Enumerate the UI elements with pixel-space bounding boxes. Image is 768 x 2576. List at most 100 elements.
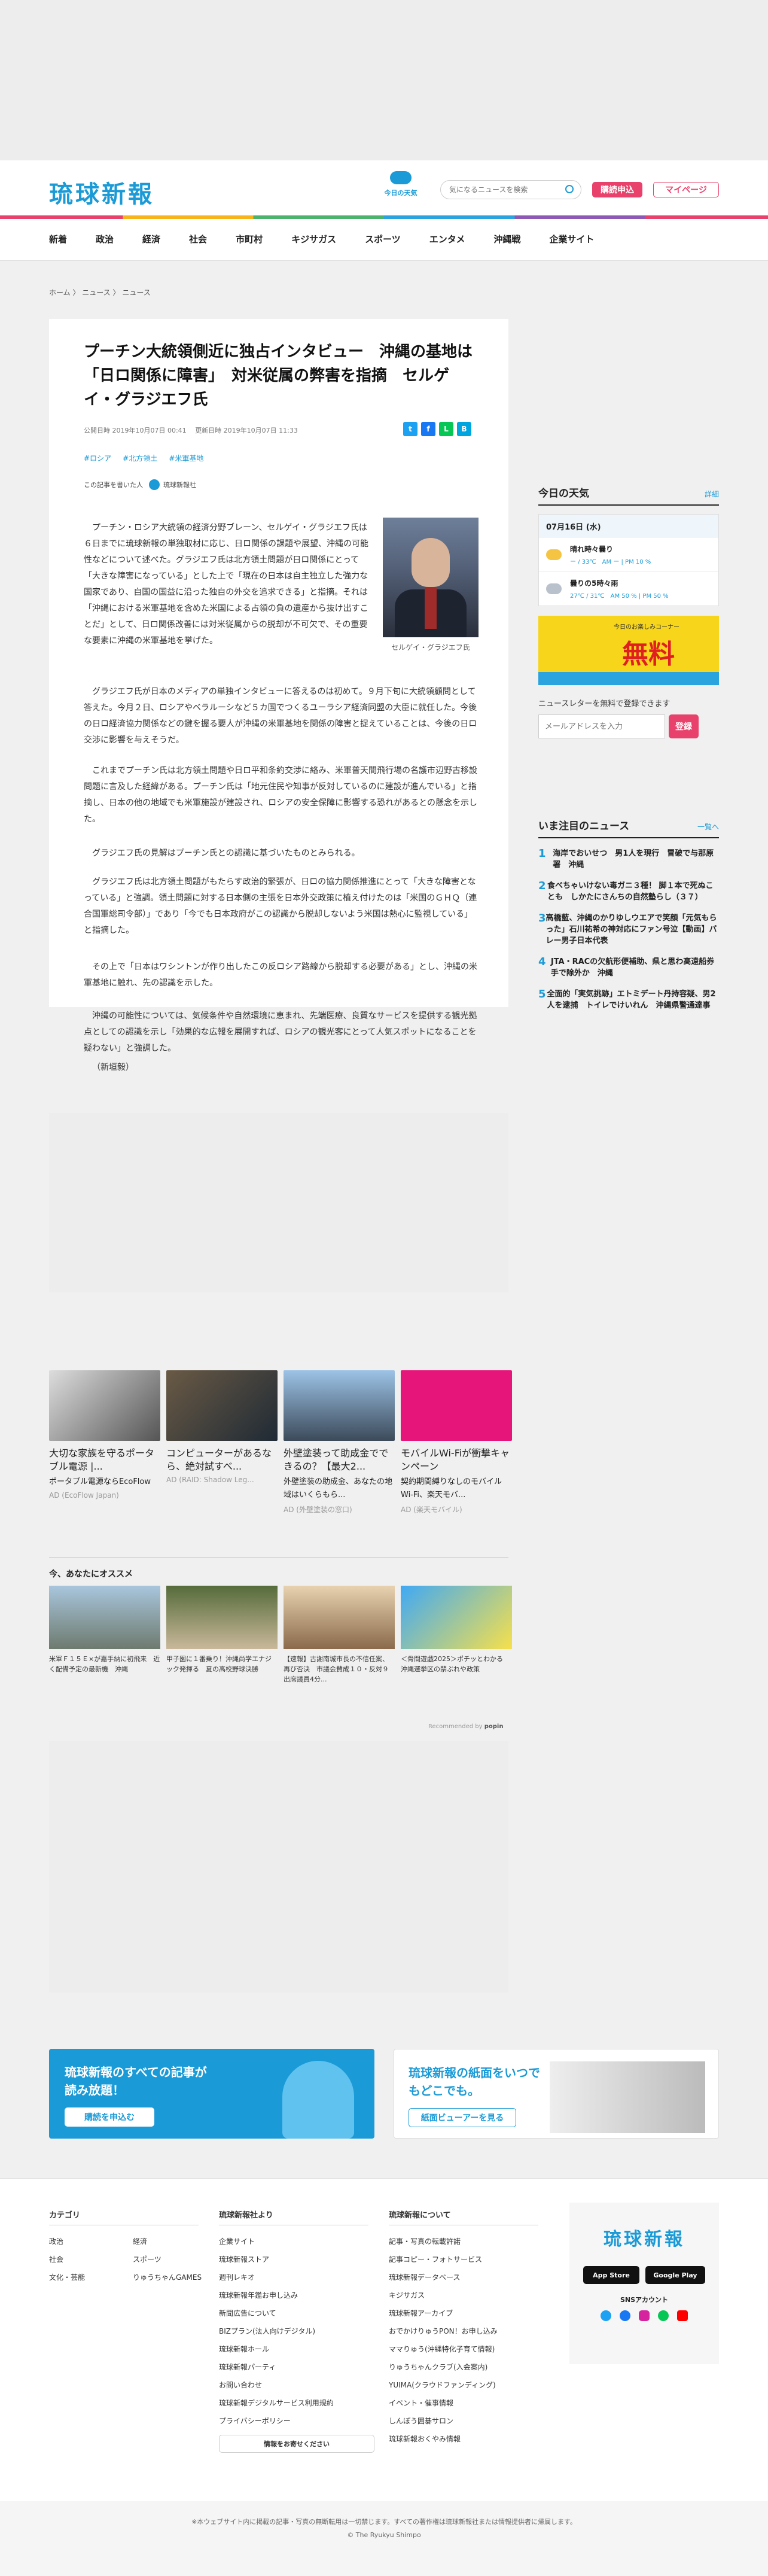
footer-link[interactable]: BIZプラン(法人向けデジタル) — [219, 2322, 374, 2340]
footer-link[interactable]: 記事コピー・フォトサービス — [389, 2250, 538, 2268]
youtube-icon[interactable] — [677, 2310, 688, 2321]
ranking-item[interactable]: 1 海岸でおいせつ 男1人を現行 冒破で与那原署 沖縄 — [538, 848, 719, 871]
nav-item-sports[interactable]: スポーツ — [365, 233, 401, 245]
weather-today: 晴れ時々曇り — [570, 545, 614, 553]
share-buttons: t f L B — [403, 422, 471, 436]
facebook-share-icon[interactable]: f — [421, 422, 435, 436]
footer-link[interactable]: 琉球新報ストア — [219, 2250, 374, 2268]
footer-link[interactable]: 文化・芸能 — [49, 2268, 133, 2286]
ranking-more-link[interactable]: 一覧へ — [697, 822, 719, 832]
footer-link[interactable]: 記事・写真の転載許諾 — [389, 2233, 538, 2250]
nav-item-municipal[interactable]: 市町村 — [236, 233, 263, 245]
newsletter-email-input[interactable] — [538, 714, 665, 738]
footer-link[interactable]: 琉球新報年鑑お申し込み — [219, 2286, 374, 2304]
footer-link[interactable]: 社会 — [49, 2250, 133, 2268]
footer-link[interactable]: 琉球新報データベース — [389, 2268, 538, 2286]
subscribe-banner[interactable]: 琉球新報のすべての記事が読み放題！ 購読を申込む — [49, 2049, 374, 2139]
ranking-item[interactable]: 5 全面的「実気挑跡」エトミデート丹持容疑、男2人を逮捕 トイレでけいれん 沖縄県… — [538, 989, 719, 1011]
ranking-item[interactable]: 4 JTA・RACの欠航形便補助、県と思わ高遠船券手で除外か 沖縄 — [538, 956, 719, 979]
bottom-ad-area — [49, 1741, 508, 1993]
nav-item-entertainment[interactable]: エンタメ — [429, 233, 465, 245]
nav-item-okinawa-war[interactable]: 沖縄戦 — [493, 233, 520, 245]
footer-link[interactable]: りゅうちゃんGAMES — [133, 2268, 217, 2286]
ad-image — [401, 1370, 512, 1441]
footer-link[interactable]: スポーツ — [133, 2250, 217, 2268]
sidebar-ad[interactable]: 今日のお楽しみコーナー 無料 — [538, 616, 719, 685]
footer-link[interactable]: 新聞広告について — [219, 2304, 374, 2322]
newsletter-submit-button[interactable]: 登録 — [669, 714, 699, 738]
ad-image — [166, 1370, 278, 1441]
breadcrumb-home[interactable]: ホーム — [49, 288, 71, 297]
search-input[interactable] — [449, 181, 557, 199]
nav-item-kijisagasu[interactable]: キジサガス — [291, 233, 336, 245]
footer-link[interactable]: イベント・催事情報 — [389, 2394, 538, 2412]
recommend-item[interactable]: ＜骨間遊戯2025＞ポチッとわかる 沖縄選挙区の禁ぶれや政策 — [401, 1586, 512, 1674]
top-ad-area — [0, 0, 768, 160]
tag-link[interactable]: #ロシア — [84, 454, 111, 463]
recommend-item[interactable]: 甲子園に１番乗り！沖縄尚学エナジック発揮る 夏の高校野球決勝 — [166, 1586, 278, 1674]
ad-card[interactable]: 大切な家族を守るポータブル電源 |... ポータブル電源ならEcoFlow AD… — [49, 1370, 160, 1500]
info-submit-button[interactable]: 情報をお寄せください — [219, 2435, 374, 2453]
nav-item-economy[interactable]: 経済 — [142, 233, 160, 245]
rank-number: 3 — [538, 912, 546, 924]
footer-link[interactable]: おでかけりゅうPON！お申し込み — [389, 2322, 538, 2340]
ranking-item[interactable]: 3 高橋藍、沖縄のかりゆしウエアで笑顔「元気もらった」石川祐希の神対応にファン号泣… — [538, 913, 719, 947]
main-nav: 新着 政治 経済 社会 市町村 キジサガス スポーツ エンタメ 沖縄戦 企業サイ… — [0, 219, 768, 261]
footer-link[interactable]: 琉球新報ホール — [219, 2340, 374, 2358]
tag-link[interactable]: #北方領土 — [123, 454, 157, 463]
nav-item-new[interactable]: 新着 — [49, 233, 67, 245]
footer-about: 琉球新報について 記事・写真の転載許諾 記事コピー・フォトサービス 琉球新報デー… — [389, 2209, 538, 2448]
footer-link[interactable]: 政治 — [49, 2233, 133, 2250]
viewer-banner-button[interactable]: 紙面ビューアーを見る — [409, 2108, 516, 2127]
footer-link[interactable]: プライバシーポリシー — [219, 2412, 374, 2430]
footer-link[interactable]: 琉球新報デジタルサービス利用規約 — [219, 2394, 374, 2412]
weather-widget[interactable]: 今日の天気 — [383, 171, 419, 197]
recommended-by: Recommended by popin — [428, 1723, 504, 1730]
google-play-button[interactable]: Google Play — [645, 2266, 705, 2284]
footer-link[interactable]: お問い合わせ — [219, 2376, 374, 2394]
footer-link[interactable]: YUIMA(クラウドファンディング) — [389, 2376, 538, 2394]
footer-link[interactable]: しんぽう囲碁サロン — [389, 2412, 538, 2430]
ad-card[interactable]: コンピューターがあるなら、絶対試すべ... AD (RAID: Shadow L… — [166, 1370, 278, 1484]
app-store-button[interactable]: App Store — [583, 2266, 639, 2284]
footer-link[interactable]: 琉球新報パーティ — [219, 2358, 374, 2376]
ad-card[interactable]: 外壁塗装って助成金でできるの？【最大2... 外壁塗装の助成金、あなたの地域はい… — [284, 1370, 395, 1514]
weather-detail-link[interactable]: 詳細 — [705, 489, 719, 499]
footer-logo[interactable]: 琉球新報 — [569, 2224, 719, 2250]
ranking-item[interactable]: 2 食べちゃいけない毒ガニ３種！ 脚１本で死ぬことも しかたにさんちの自然塾らし（… — [538, 880, 719, 903]
nav-item-society[interactable]: 社会 — [189, 233, 207, 245]
author-name[interactable]: 琉球新報社 — [163, 480, 196, 489]
mypage-button[interactable]: マイページ — [653, 182, 719, 197]
twitter-share-icon[interactable]: t — [403, 422, 417, 436]
nav-item-corporate[interactable]: 企業サイト — [549, 233, 594, 245]
recommend-text: 甲子園に１番乗り！沖縄尚学エナジック発揮る 夏の高校野球決勝 — [166, 1655, 272, 1673]
line-icon[interactable] — [658, 2310, 669, 2321]
footer-link[interactable]: 経済 — [133, 2233, 217, 2250]
instagram-icon[interactable] — [639, 2310, 650, 2321]
tag-link[interactable]: #米軍基地 — [169, 454, 203, 463]
footer-link[interactable]: キジサガス — [389, 2286, 538, 2304]
viewer-banner[interactable]: 琉球新報の紙面をいつでもどこでも。 紙面ビューアーを見る — [394, 2049, 719, 2139]
search-icon[interactable] — [565, 185, 574, 193]
footer-link[interactable]: 週刊レキオ — [219, 2268, 374, 2286]
twitter-icon[interactable] — [601, 2310, 611, 2321]
ranking-heading: いま注目のニュース 一覧へ — [538, 817, 719, 838]
footer-link[interactable]: ママりゅう(沖縄特化子育て情報) — [389, 2340, 538, 2358]
footer-link[interactable]: 企業サイト — [219, 2233, 374, 2250]
recommend-item[interactable]: 【速報】古謝南城市長の不信任案、再び否決 市議会賛成１０・反対９ 出席議員4分.… — [284, 1586, 395, 1684]
footer-from-title: 琉球新報社より — [219, 2209, 368, 2225]
recommend-item[interactable]: 米軍Ｆ１５Ｅ×が嘉手納に初飛来 近く配備予定の最新機 沖縄 — [49, 1586, 160, 1674]
line-share-icon[interactable]: L — [439, 422, 453, 436]
subscribe-banner-button[interactable]: 購読を申込む — [65, 2107, 154, 2127]
nav-item-politics[interactable]: 政治 — [96, 233, 114, 245]
facebook-icon[interactable] — [620, 2310, 630, 2321]
footer-link[interactable]: 琉球新報おくやみ情報 — [389, 2430, 538, 2448]
footer-link[interactable]: 琉球新報アーカイブ — [389, 2304, 538, 2322]
site-logo[interactable]: 琉球新報 — [49, 175, 154, 209]
ad-card[interactable]: モバイルWi-Fiが衝撃キャンペーン 契約期間縛りなしのモバイルWi-Fi、楽天… — [401, 1370, 512, 1514]
footer-link[interactable]: りゅうちゃんクラブ(入会案内) — [389, 2358, 538, 2376]
ad-source: AD (EcoFlow Japan) — [49, 1491, 119, 1500]
breadcrumb-news[interactable]: ニュース — [82, 288, 110, 297]
hatena-share-icon[interactable]: B — [457, 422, 471, 436]
subscribe-button[interactable]: 購読申込 — [592, 182, 642, 197]
